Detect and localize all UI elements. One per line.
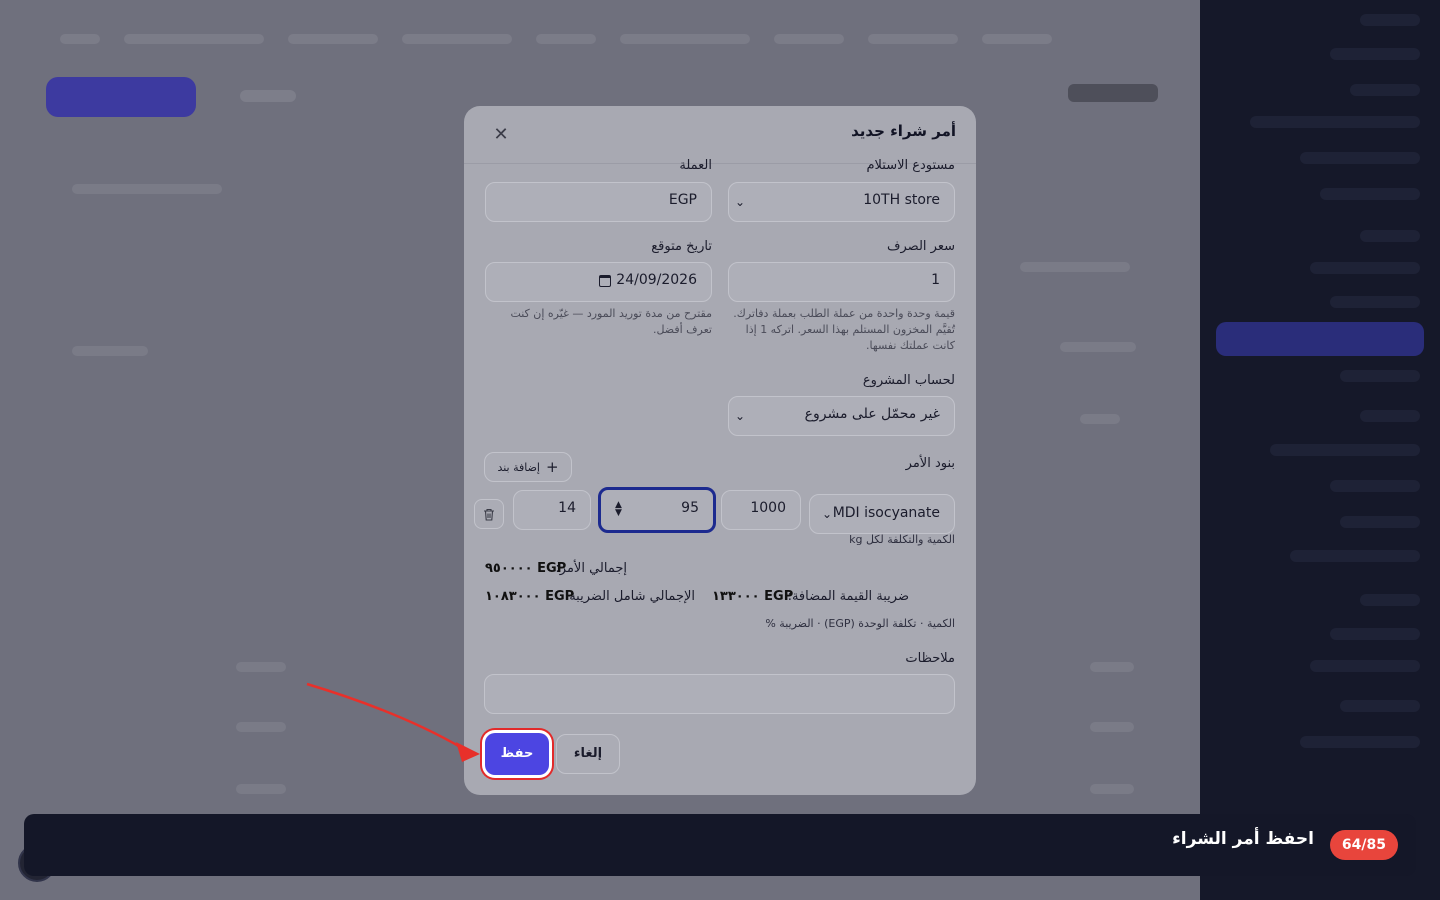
line-unit-cost-value: 95 (681, 500, 699, 516)
exchange-rate-hint: قيمة وحدة واحدة من عملة الطلب بعملة دفات… (733, 307, 955, 352)
currency-value: EGP (668, 192, 697, 208)
plus-icon: + (546, 457, 559, 476)
trash-icon (484, 508, 494, 521)
chevron-down-icon: ⌄ (735, 409, 746, 423)
background-secondary-link (240, 90, 296, 102)
save-button[interactable]: حفظ (485, 733, 549, 775)
background-primary-button (46, 77, 196, 117)
line-unit-cost-input[interactable]: 95 ▲ ▼ (598, 487, 716, 533)
background-sidebar-active-item (1216, 322, 1424, 356)
background-filter (72, 184, 222, 194)
line-item-select[interactable]: MDI isocyanate ⌄ (809, 494, 955, 534)
columns-caption: الكمية · تكلفة الوحدة (EGP) · الضريبة % (765, 617, 955, 630)
background-text (1020, 262, 1130, 272)
chevron-down-icon: ⌄ (735, 195, 746, 209)
line-quantity-value: 1000 (750, 500, 786, 516)
order-total-value: EGP ٩٥٠٠٠٠ (485, 561, 567, 576)
currency-label: العملة (679, 158, 712, 173)
add-line-button[interactable]: + إضافة بند (484, 452, 572, 482)
order-lines-label: بنود الأمر (905, 456, 955, 471)
vat-value: EGP ١٣٣٠٠٠ (712, 589, 794, 604)
vat-label: ضريبة القيمة المضافة: (787, 589, 909, 604)
background-table-cell (236, 784, 286, 794)
grand-total-value: EGP ١٠٨٣٠٠٠ (485, 589, 575, 604)
background-table-cell (236, 722, 286, 732)
expected-date-value: 24/09/2026 (616, 272, 697, 288)
grand-total-label: الإجمالي شامل الضريبة: (564, 589, 695, 604)
notes-label: ملاحظات (905, 651, 955, 666)
banner-title: احفظ أمر الشراء (1172, 829, 1314, 849)
warehouse-value: 10TH store (863, 192, 940, 208)
background-table-cell (1090, 722, 1134, 732)
exchange-rate-value: 1 (931, 272, 940, 288)
exchange-rate-label: سعر الصرف (887, 239, 955, 254)
tutorial-banner: احفظ أمر الشراء 64/85 (24, 814, 1416, 876)
delete-line-button[interactable] (474, 499, 504, 529)
cancel-button[interactable]: إلغاء (556, 734, 620, 774)
background-text (1060, 342, 1136, 352)
background-sidebar (1200, 0, 1440, 900)
background-page-title (1068, 84, 1158, 102)
add-line-label: إضافة بند (497, 460, 540, 474)
project-label: لحساب المشروع (862, 373, 955, 388)
dialog-header: أمر شراء جديد ✕ (464, 106, 976, 164)
notes-textarea[interactable] (484, 674, 955, 714)
expected-date-hint: مقترح من مدة توريد المورد — غيّره إن كنت… (510, 307, 712, 336)
warehouse-label: مستودع الاستلام (866, 158, 955, 173)
line-item-value: MDI isocyanate (832, 505, 940, 521)
project-select[interactable]: غير محمّل على مشروع ⌄ (728, 396, 955, 436)
expected-date-input[interactable]: 24/09/2026 (485, 262, 712, 302)
background-table-cell (236, 662, 286, 672)
background-text (1080, 414, 1120, 424)
new-purchase-order-dialog: أمر شراء جديد ✕ مستودع الاستلام 10TH sto… (464, 106, 976, 795)
line-tax-value: 14 (558, 500, 576, 516)
project-value: غير محمّل على مشروع (804, 406, 940, 422)
calendar-icon[interactable] (599, 275, 611, 287)
background-text (72, 346, 148, 356)
step-counter-badge: 64/85 (1329, 830, 1398, 860)
background-topbar (60, 22, 1150, 56)
chevron-down-icon: ⌄ (822, 507, 833, 521)
close-icon[interactable]: ✕ (490, 124, 512, 146)
background-table-cell (1090, 784, 1134, 794)
currency-field[interactable]: EGP (485, 182, 712, 222)
expected-date-label: تاريخ متوقع (651, 239, 712, 254)
exchange-rate-input[interactable]: 1 (728, 262, 955, 302)
background-table-cell (1090, 662, 1134, 672)
line-caption: الكمية والتكلفة لكل kg (849, 533, 955, 546)
line-tax-input[interactable]: 14 (513, 490, 591, 530)
warehouse-select[interactable]: 10TH store ⌄ (728, 182, 955, 222)
stepper-icon[interactable]: ▲ ▼ (615, 501, 622, 518)
line-quantity-input[interactable]: 1000 (721, 490, 801, 530)
dialog-title: أمر شراء جديد (851, 122, 956, 140)
